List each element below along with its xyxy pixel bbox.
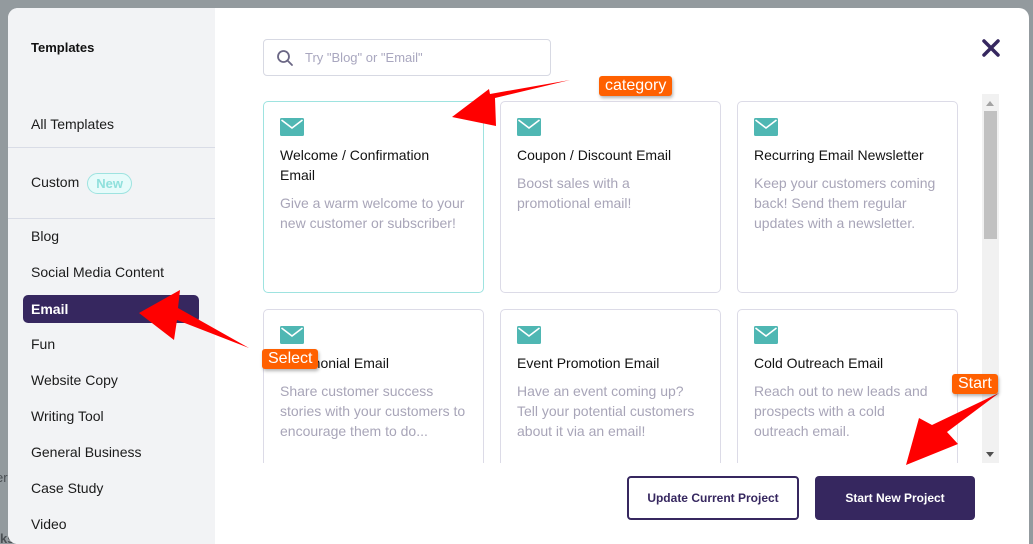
sidebar-item-video[interactable]: Video — [23, 510, 199, 538]
template-card-event-promotion[interactable]: Event Promotion Email Have an event comi… — [500, 309, 721, 463]
mail-icon — [754, 326, 778, 344]
mail-icon — [280, 118, 304, 136]
scroll-up-arrow-icon[interactable] — [986, 101, 994, 106]
sidebar-item-website-copy[interactable]: Website Copy — [23, 366, 199, 394]
template-grid: Welcome / Confirmation Email Give a warm… — [263, 101, 973, 463]
sidebar-item-social-media-content[interactable]: Social Media Content — [23, 258, 199, 286]
card-description: Reach out to new leads and prospects wit… — [754, 383, 928, 439]
sidebar-item-blog[interactable]: Blog — [23, 222, 199, 250]
sidebar-item-writing-tool[interactable]: Writing Tool — [23, 402, 199, 430]
template-card-testimonial[interactable]: Testimonial Email Share customer success… — [263, 309, 484, 463]
card-title: Event Promotion Email — [517, 355, 660, 371]
new-badge: New — [87, 172, 132, 194]
card-title: Welcome / Confirmation Email — [280, 147, 430, 183]
sidebar-item-custom[interactable]: Custom New — [23, 168, 199, 196]
mail-icon — [280, 326, 304, 344]
template-grid-scrollbar[interactable] — [982, 94, 999, 463]
sidebar-title: Templates — [31, 40, 95, 55]
sidebar-item-case-study[interactable]: Case Study — [23, 474, 199, 502]
card-title: Cold Outreach Email — [754, 355, 884, 371]
scrollbar-thumb[interactable] — [984, 111, 997, 239]
annotation-label-start: Start — [952, 374, 998, 394]
mail-icon — [517, 326, 541, 344]
card-title: Coupon / Discount Email — [517, 147, 672, 163]
card-description: Give a warm welcome to your new customer… — [280, 195, 465, 231]
annotation-label-category: category — [599, 76, 673, 96]
search-box[interactable] — [263, 39, 551, 76]
template-card-cold-outreach[interactable]: Cold Outreach Email Reach out to new lea… — [737, 309, 958, 463]
card-description: Have an event coming up? Tell your poten… — [517, 383, 695, 439]
card-title: Recurring Email Newsletter — [754, 147, 924, 163]
backdrop-text-left: er — [0, 470, 8, 485]
sidebar-item-fun[interactable]: Fun — [23, 330, 199, 358]
card-description: Keep your customers coming back! Send th… — [754, 175, 936, 231]
update-current-project-button[interactable]: Update Current Project — [627, 476, 799, 520]
search-icon — [277, 49, 293, 66]
templates-modal: Templates All Templates Custom New Blog S… — [8, 8, 1029, 544]
sidebar-item-email[interactable]: Email — [23, 295, 199, 323]
search-input[interactable] — [305, 50, 545, 65]
card-description: Boost sales with a promotional email! — [517, 175, 632, 211]
scroll-down-arrow-icon[interactable] — [986, 452, 994, 457]
mail-icon — [754, 118, 778, 136]
sidebar-item-general-business[interactable]: General Business — [23, 438, 199, 466]
close-icon[interactable] — [981, 38, 1001, 58]
template-card-coupon[interactable]: Coupon / Discount Email Boost sales with… — [500, 101, 721, 293]
sidebar-item-label: Custom — [31, 174, 80, 190]
template-card-newsletter[interactable]: Recurring Email Newsletter Keep your cus… — [737, 101, 958, 293]
templates-sidebar: Templates All Templates Custom New Blog S… — [8, 8, 215, 544]
mail-icon — [517, 118, 541, 136]
start-new-project-button[interactable]: Start New Project — [815, 476, 975, 520]
sidebar-item-all-templates[interactable]: All Templates — [23, 110, 199, 138]
template-card-welcome[interactable]: Welcome / Confirmation Email Give a warm… — [263, 101, 484, 293]
sidebar-divider — [8, 218, 215, 219]
card-description: Share customer success stories with your… — [280, 383, 466, 439]
sidebar-divider — [8, 147, 215, 148]
annotation-label-select: Select — [262, 349, 319, 369]
